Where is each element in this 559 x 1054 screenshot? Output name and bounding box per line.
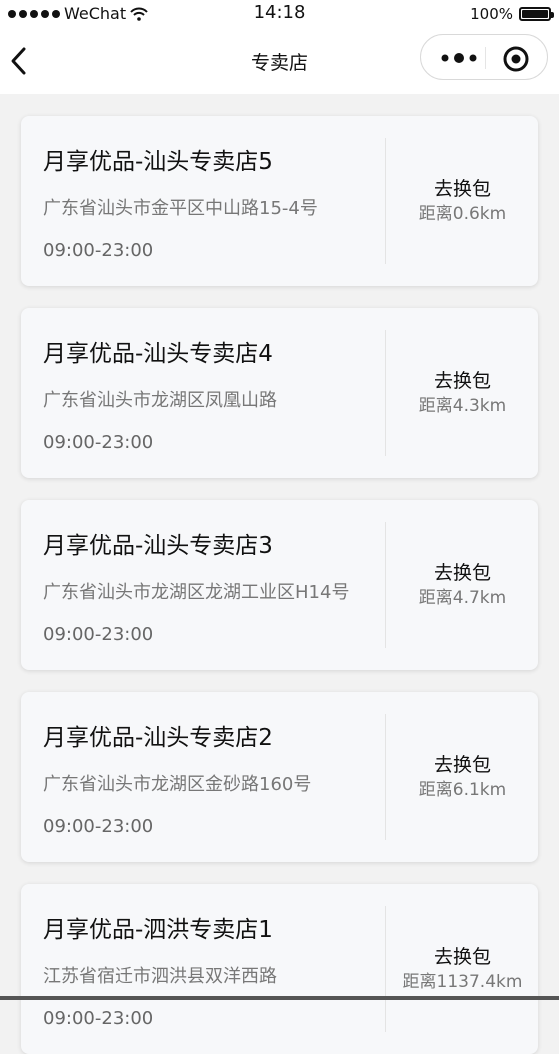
store-distance: 距离4.3km <box>418 396 507 416</box>
store-distance: 距离6.1km <box>418 780 507 800</box>
exchange-button[interactable]: 去换包 距离4.3km <box>387 368 538 418</box>
exchange-button[interactable]: 去换包 距离1137.4km <box>387 944 538 994</box>
store-hours: 09:00-23:00 <box>43 1008 154 1029</box>
card-divider <box>385 714 386 840</box>
exchange-label: 去换包 <box>433 946 491 968</box>
store-card[interactable]: 月享优品-泗洪专卖店1 江苏省宿迁市泗洪县双洋西路 09:00-23:00 去换… <box>21 884 538 1054</box>
store-card[interactable]: 月享优品-汕头专卖店2 广东省汕头市龙湖区金砂路160号 09:00-23:00… <box>21 692 538 862</box>
exchange-label: 去换包 <box>433 178 491 200</box>
exchange-button[interactable]: 去换包 距离4.7km <box>387 560 538 610</box>
store-name: 月享优品-泗洪专卖店1 <box>43 917 273 943</box>
store-name: 月享优品-汕头专卖店3 <box>43 533 273 559</box>
card-divider <box>385 906 386 1032</box>
store-distance: 距离1137.4km <box>402 972 523 992</box>
store-distance: 距离0.6km <box>418 204 507 224</box>
status-bar: WeChat 14:18 100% <box>0 0 559 30</box>
exchange-label: 去换包 <box>433 754 491 776</box>
store-name: 月享优品-汕头专卖店5 <box>43 149 273 175</box>
exchange-button[interactable]: 去换包 距离6.1km <box>387 752 538 802</box>
exchange-button[interactable]: 去换包 距离0.6km <box>387 176 538 226</box>
battery-area: 100% <box>470 5 554 23</box>
store-address: 广东省汕头市龙湖区凤凰山路 <box>43 390 277 411</box>
more-dots-icon <box>441 53 477 63</box>
close-button[interactable] <box>501 44 531 74</box>
card-divider <box>385 138 386 264</box>
capsule-divider <box>485 47 486 69</box>
mini-program-capsule <box>420 34 548 80</box>
store-hours: 09:00-23:00 <box>43 624 154 645</box>
store-card[interactable]: 月享优品-汕头专卖店3 广东省汕头市龙湖区龙湖工业区H14号 09:00-23:… <box>21 500 538 670</box>
navigation-bar: 专卖店 <box>0 30 559 94</box>
store-hours: 09:00-23:00 <box>43 240 154 261</box>
card-divider <box>385 330 386 456</box>
bottom-edge <box>0 996 559 1000</box>
store-hours: 09:00-23:00 <box>43 432 154 453</box>
store-address: 广东省汕头市龙湖区龙湖工业区H14号 <box>43 582 350 603</box>
store-hours: 09:00-23:00 <box>43 816 154 837</box>
exchange-label: 去换包 <box>433 370 491 392</box>
store-card[interactable]: 月享优品-汕头专卖店4 广东省汕头市龙湖区凤凰山路 09:00-23:00 去换… <box>21 308 538 478</box>
store-address: 广东省汕头市金平区中山路15-4号 <box>43 198 318 219</box>
store-distance: 距离4.7km <box>418 588 507 608</box>
store-address: 广东省汕头市龙湖区金砂路160号 <box>43 774 312 795</box>
battery-percent: 100% <box>470 5 513 23</box>
store-name: 月享优品-汕头专卖店4 <box>43 341 273 367</box>
store-name: 月享优品-汕头专卖店2 <box>43 725 273 751</box>
more-button[interactable] <box>437 45 481 71</box>
store-card[interactable]: 月享优品-汕头专卖店5 广东省汕头市金平区中山路15-4号 09:00-23:0… <box>21 116 538 286</box>
battery-icon <box>519 7 554 21</box>
target-close-icon <box>503 46 529 72</box>
store-address: 江苏省宿迁市泗洪县双洋西路 <box>43 966 277 987</box>
exchange-label: 去换包 <box>433 562 491 584</box>
card-divider <box>385 522 386 648</box>
